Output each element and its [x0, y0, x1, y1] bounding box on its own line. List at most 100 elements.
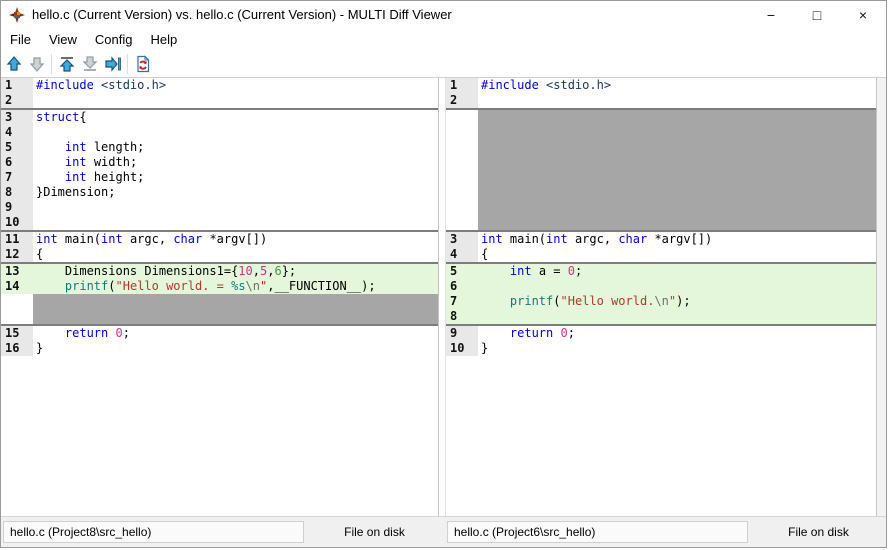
code-line[interactable]: 2 [446, 93, 876, 108]
maximize-button[interactable]: □ [794, 1, 840, 28]
code-line[interactable]: 8 [446, 309, 876, 324]
code-text [33, 93, 438, 108]
left-file-source-label: File on disk [304, 525, 445, 539]
code-text [478, 279, 876, 294]
code-text: int height; [33, 170, 438, 185]
line-number: 12 [1, 247, 33, 262]
right-file-source-label: File on disk [748, 525, 889, 539]
toolbar-separator [127, 54, 128, 74]
menu-item-view[interactable]: View [40, 32, 86, 47]
window-titlebar: hello.c (Current Version) vs. hello.c (C… [1, 1, 886, 28]
missing-lines-block [446, 110, 876, 230]
code-line[interactable]: 1#include <stdio.h> [446, 78, 876, 93]
next-diff-button[interactable] [25, 52, 48, 75]
first-diff-button[interactable] [55, 52, 78, 75]
menubar: File View Config Help [1, 28, 886, 50]
line-number: 2 [446, 93, 478, 108]
code-line[interactable]: 13 Dimensions Dimensions1={10,5,6}; [1, 264, 438, 279]
line-number: 9 [1, 200, 33, 215]
line-number: 3 [446, 232, 478, 247]
code-text: return 0; [33, 326, 438, 341]
code-line[interactable]: 4{ [446, 247, 876, 262]
code-text: } [33, 341, 438, 356]
reload-files-button[interactable] [131, 52, 154, 75]
app-window: hello.c (Current Version) vs. hello.c (C… [0, 0, 887, 548]
line-number: 5 [1, 140, 33, 155]
close-button[interactable]: × [840, 1, 886, 28]
line-number: 8 [446, 309, 478, 324]
line-number: 8 [1, 185, 33, 200]
line-number-gutter [1, 294, 33, 324]
line-number: 14 [1, 279, 33, 294]
code-line[interactable]: 11int main(int argc, char *argv[]) [1, 232, 438, 247]
toolbar-separator [51, 54, 52, 74]
jump-to-diff-button[interactable] [101, 52, 124, 75]
line-number: 9 [446, 326, 478, 341]
code-line[interactable]: 14 printf("Hello world. = %s\n",__FUNCTI… [1, 279, 438, 294]
code-text: int main(int argc, char *argv[]) [33, 232, 438, 247]
code-line[interactable]: 10 [1, 215, 438, 230]
left-file-path: hello.c (Project8\src_hello) [3, 521, 304, 543]
missing-lines-block [1, 294, 438, 324]
app-logo-icon [9, 7, 25, 23]
code-text: printf("Hello world. = %s\n",__FUNCTION_… [33, 279, 438, 294]
line-number: 3 [1, 110, 33, 125]
code-line[interactable]: 3struct{ [1, 110, 438, 125]
menu-item-config[interactable]: Config [86, 32, 142, 47]
code-line[interactable]: 9 [1, 200, 438, 215]
code-line[interactable]: 12{ [1, 247, 438, 262]
code-text: printf("Hello world.\n"); [478, 294, 876, 309]
menu-item-file[interactable]: File [1, 32, 40, 47]
code-text [33, 125, 438, 140]
minimize-button[interactable]: − [748, 1, 794, 28]
right-file-path: hello.c (Project6\src_hello) [447, 521, 748, 543]
up-arrow-icon [5, 55, 23, 73]
line-number: 7 [1, 170, 33, 185]
line-number: 10 [1, 215, 33, 230]
line-number: 4 [1, 125, 33, 140]
diff-pane-left[interactable]: 1#include <stdio.h>2 3struct{45 int lengt… [1, 78, 439, 516]
code-line[interactable]: 7 int height; [1, 170, 438, 185]
up-arrow-to-bar-icon [58, 55, 76, 73]
diff-pane-right[interactable]: 1#include <stdio.h>2 3int main(int argc, … [445, 78, 876, 516]
code-text: #include <stdio.h> [478, 78, 876, 93]
code-text: int length; [33, 140, 438, 155]
code-text: #include <stdio.h> [33, 78, 438, 93]
status-right: hello.c (Project6\src_hello) File on dis… [445, 521, 889, 543]
code-line[interactable]: 7 printf("Hello world.\n"); [446, 294, 876, 309]
line-number: 13 [1, 264, 33, 279]
code-line[interactable]: 15 return 0; [1, 326, 438, 341]
line-number: 7 [446, 294, 478, 309]
prev-diff-button[interactable] [2, 52, 25, 75]
menu-item-help[interactable]: Help [141, 32, 186, 47]
vertical-scrollbar[interactable] [876, 78, 886, 516]
line-number: 1 [446, 78, 478, 93]
code-line[interactable]: 5 int a = 0; [446, 264, 876, 279]
line-number: 10 [446, 341, 478, 356]
code-line[interactable]: 8}Dimension; [1, 185, 438, 200]
code-text: int a = 0; [478, 264, 876, 279]
code-line[interactable]: 1#include <stdio.h> [1, 78, 438, 93]
code-line[interactable]: 4 [1, 125, 438, 140]
code-text [33, 200, 438, 215]
code-line[interactable]: 9 return 0; [446, 326, 876, 341]
code-line[interactable]: 5 int length; [1, 140, 438, 155]
diff-area: 1#include <stdio.h>23struct{45 int lengt… [1, 78, 886, 516]
last-diff-button[interactable] [78, 52, 101, 75]
line-number: 16 [1, 341, 33, 356]
line-number: 1 [1, 78, 33, 93]
toolbar [1, 50, 886, 78]
code-line[interactable]: 3int main(int argc, char *argv[]) [446, 232, 876, 247]
code-line[interactable]: 2 [1, 93, 438, 108]
code-text: { [478, 247, 876, 262]
code-line[interactable]: 6 int width; [1, 155, 438, 170]
line-number: 4 [446, 247, 478, 262]
code-text [33, 215, 438, 230]
code-text: struct{ [33, 110, 438, 125]
code-line[interactable]: 10} [446, 341, 876, 356]
code-line[interactable]: 16} [1, 341, 438, 356]
code-line[interactable]: 6 [446, 279, 876, 294]
line-number: 6 [446, 279, 478, 294]
refresh-document-icon [134, 55, 152, 73]
down-arrow-icon [28, 55, 46, 73]
